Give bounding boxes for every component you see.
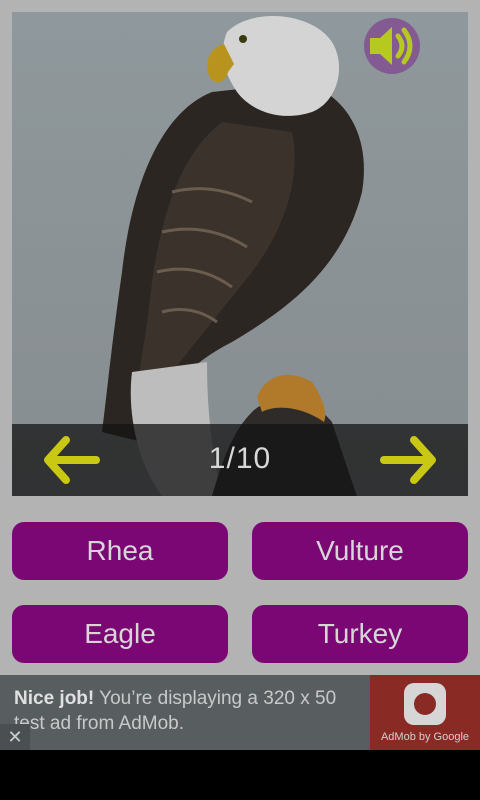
answer-button-vulture[interactable]: Vulture <box>252 522 468 580</box>
ad-banner[interactable]: Nice job! You’re displaying a 320 x 50 t… <box>0 675 480 750</box>
admob-icon <box>404 683 446 725</box>
answer-button-rhea[interactable]: Rhea <box>12 522 228 580</box>
speaker-icon <box>364 18 420 74</box>
answer-button-eagle[interactable]: Eagle <box>12 605 228 663</box>
admob-logo: AdMob by Google <box>370 675 480 750</box>
arrow-right-icon <box>380 436 436 484</box>
sound-button[interactable] <box>362 16 422 76</box>
system-bottom-bar <box>0 750 480 800</box>
answer-button-turkey[interactable]: Turkey <box>252 605 468 663</box>
navigation-bar: 1/10 <box>12 424 468 496</box>
admob-logo-text: AdMob by Google <box>380 731 470 743</box>
ad-text: Nice job! You’re displaying a 320 x 50 t… <box>14 686 364 736</box>
ad-headline: Nice job! <box>14 688 95 709</box>
ad-close-button[interactable]: ✕ <box>0 724 30 750</box>
next-button[interactable] <box>378 434 438 486</box>
bird-photo-card: 1/10 <box>12 12 468 496</box>
